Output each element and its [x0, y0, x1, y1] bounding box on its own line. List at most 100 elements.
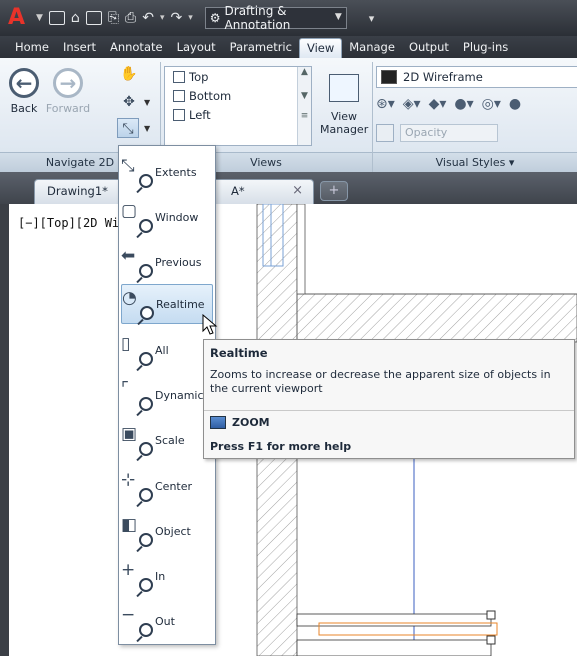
zoom-dynamic-icon: ⌜	[121, 379, 153, 411]
zoom-all-icon: ▯	[121, 334, 153, 366]
redo-icon[interactable]: ↷	[170, 10, 182, 26]
app-menu-dropdown-icon[interactable]: ▼	[36, 13, 43, 23]
chevron-down-icon: ▾	[508, 156, 515, 169]
scroll-up-icon[interactable]: ▲	[298, 67, 311, 77]
ribbon-tab-bar: Home Insert Annotate Layout Parametric V…	[0, 36, 577, 58]
back-button[interactable]: ← Back	[6, 68, 42, 115]
zoom-menu-item-all[interactable]: ▯ All	[121, 330, 213, 370]
zoom-menu-item-extents[interactable]: ⤡ Extents	[121, 152, 213, 192]
tooltip-command-name: ZOOM	[232, 416, 270, 429]
open-folder-icon[interactable]: ⌂	[71, 10, 80, 26]
isolines-icon[interactable]: ⊛▾	[376, 96, 395, 112]
workspace-switcher[interactable]: ⚙ Drafting & Annotation ▼	[204, 4, 347, 32]
zoom-realtime-icon: ◔	[122, 288, 154, 320]
edge-effects-icon[interactable]: ◎▾	[482, 96, 501, 112]
view-manager-button[interactable]: View Manager	[320, 74, 368, 136]
tab-manage[interactable]: Manage	[342, 38, 402, 58]
gear-icon: ⚙	[209, 11, 221, 25]
command-icon	[210, 416, 226, 429]
visual-style-current: 2D Wireframe	[403, 70, 483, 84]
forward-button[interactable]: → Forward	[44, 68, 92, 115]
zoom-out-icon: −	[121, 605, 153, 637]
zoom-menu-item-out[interactable]: − Out	[121, 601, 213, 641]
steering-dropdown-icon[interactable]: ▼	[144, 98, 150, 107]
zoom-menu-item-object[interactable]: ◧ Object	[121, 511, 213, 551]
zoom-extents-tool-icon[interactable]: ⤡	[117, 118, 139, 138]
wireframe-style-icon	[381, 70, 397, 84]
view-manager-label: View Manager	[320, 110, 369, 136]
file-tab-bar: Drawing1* A* × +	[0, 172, 577, 204]
zoom-menu-item-dynamic[interactable]: ⌜ Dynamic	[121, 375, 213, 415]
forward-arrow-icon: →	[53, 68, 83, 98]
cube-icon	[173, 108, 185, 121]
tab-view[interactable]: View	[298, 38, 343, 58]
application-menu-icon[interactable]: A	[8, 7, 30, 29]
zoom-menu-item-center[interactable]: ⊹ Center	[121, 466, 213, 506]
zoom-previous-icon: ⬅	[121, 246, 153, 278]
zoom-window-icon: ▢	[121, 201, 153, 233]
expand-icon[interactable]: ≡	[298, 111, 311, 121]
visual-styles-panel-title[interactable]: Visual Styles ▾	[373, 152, 577, 172]
forward-label: Forward	[45, 102, 91, 115]
tooltip-description: Zooms to increase or decrease the appare…	[210, 368, 551, 395]
zoom-menu-item-in[interactable]: + In	[121, 556, 213, 596]
visual-style-tools: ⊛▾ ◈▾ ◆▾ ●▾ ◎▾ ●	[376, 96, 521, 112]
view-item-bottom[interactable]: Bottom	[165, 86, 311, 105]
tooltip-divider	[204, 410, 574, 411]
tab-plug-ins[interactable]: Plug-ins	[456, 38, 515, 58]
zoom-menu-item-previous[interactable]: ⬅ Previous	[121, 242, 213, 282]
zoom-center-icon: ⊹	[121, 470, 153, 502]
face-style-icon[interactable]: ◈▾	[403, 96, 421, 112]
zoom-dropdown-icon[interactable]: ▼	[144, 124, 150, 133]
zoom-menu-item-scale[interactable]: ▣ Scale	[121, 420, 213, 460]
new-tab-icon[interactable]: +	[320, 181, 348, 201]
tab-annotate[interactable]: Annotate	[103, 38, 170, 58]
view-item-top[interactable]: Top	[165, 67, 311, 86]
customize-qat-icon[interactable]: ▾	[369, 12, 375, 25]
tab-layout[interactable]: Layout	[170, 38, 223, 58]
tab-home[interactable]: Home	[8, 38, 56, 58]
save-as-icon[interactable]: ⎘	[108, 10, 119, 26]
zoom-scale-icon: ▣	[121, 424, 153, 456]
shadows-icon[interactable]: ●▾	[454, 96, 473, 112]
tab-parametric[interactable]: Parametric	[223, 38, 299, 58]
cube-icon	[173, 89, 185, 102]
back-label: Back	[10, 102, 38, 115]
tooltip-title: Realtime	[210, 346, 268, 360]
redo-dropdown-icon[interactable]: ▾	[188, 13, 193, 23]
opacity-control: Opacity	[376, 124, 498, 142]
close-icon[interactable]: ×	[292, 180, 303, 202]
back-arrow-icon: ←	[9, 68, 39, 98]
pan-hand-icon[interactable]: ✋	[118, 64, 140, 84]
view-item-left[interactable]: Left	[165, 105, 311, 124]
workspace-name: Drafting & Annotation	[224, 4, 291, 32]
zoom-menu-item-realtime[interactable]: ◔ Realtime	[121, 284, 213, 324]
xray-icon[interactable]	[376, 124, 394, 142]
tooltip-help: Press F1 for more help	[210, 440, 352, 453]
ribbon-panel: ← Back → Forward ✋ ✥ ▼ ⤡ ▼ Navigate 2D T…	[0, 58, 577, 172]
scroll-down-icon[interactable]: ▼	[298, 91, 311, 101]
visual-style-dropdown[interactable]: 2D Wireframe	[376, 66, 577, 88]
tooltip-command: ZOOM	[210, 416, 270, 429]
print-icon[interactable]: ⎙	[125, 10, 136, 26]
viewport-controls-label[interactable]: [−][Top][2D Wi	[18, 216, 119, 230]
quick-access-toolbar: A ▼ ⌂ ⎘ ⎙ ↶ ▾ ↷ ▾ ⚙ Drafting & Annotatio…	[0, 0, 577, 36]
cube-icon	[173, 70, 185, 83]
views-list: Top Bottom Left ▲ ▼ ≡	[164, 66, 312, 146]
realtime-tooltip: Realtime Zooms to increase or decrease t…	[203, 339, 575, 459]
undo-dropdown-icon[interactable]: ▾	[160, 13, 165, 23]
save-icon[interactable]	[85, 11, 102, 25]
tab-insert[interactable]: Insert	[56, 38, 103, 58]
undo-icon[interactable]: ↶	[142, 10, 154, 26]
opacity-field[interactable]: Opacity	[400, 124, 498, 142]
zoom-in-icon: +	[121, 560, 153, 592]
zoom-extents-icon: ⤡	[121, 156, 153, 188]
zoom-menu-item-window[interactable]: ▢ Window	[121, 197, 213, 237]
view-manager-icon	[329, 74, 359, 102]
steering-wheel-icon[interactable]: ✥	[118, 92, 140, 112]
materials-icon[interactable]: ◆▾	[429, 96, 447, 112]
tab-output[interactable]: Output	[402, 38, 456, 58]
new-file-icon[interactable]	[48, 11, 65, 25]
views-scrollbar[interactable]: ▲ ▼ ≡	[297, 67, 311, 145]
more-style-icon[interactable]: ●	[509, 96, 521, 112]
